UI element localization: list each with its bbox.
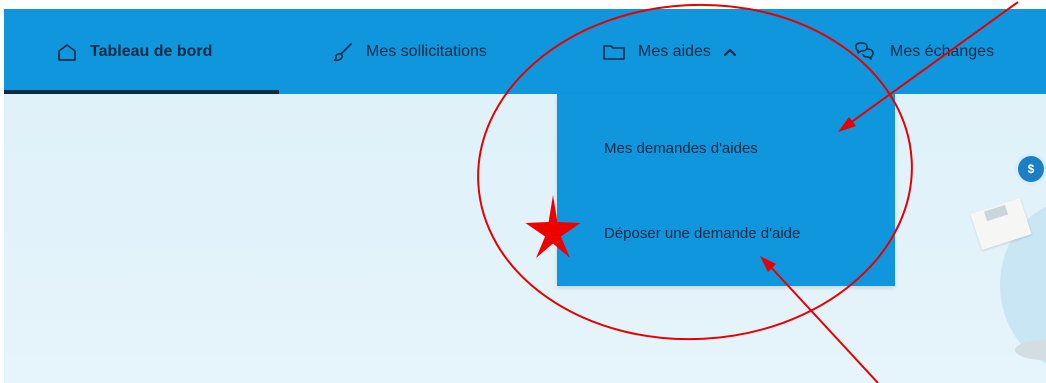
nav-item-label: Mes sollicitations (366, 42, 487, 60)
dollar-coin-icon: $ (1018, 156, 1044, 182)
active-tab-indicator (4, 90, 279, 94)
folder-icon (602, 42, 626, 62)
chat-bubbles-icon (852, 41, 878, 63)
nav-item-label: Tableau de bord (90, 42, 213, 60)
menu-item-mes-demandes-d-aides[interactable]: Mes demandes d'aides (604, 140, 758, 157)
nav-item-mes-sollicitations[interactable]: Mes sollicitations (332, 9, 487, 94)
home-icon (56, 42, 78, 62)
nav-item-mes-aides[interactable]: Mes aides (602, 9, 737, 94)
app-page: $ Tableau de bord Mes sollicitations Mes… (0, 0, 1046, 383)
nav-item-tableau-de-bord[interactable]: Tableau de bord (56, 9, 212, 94)
chevron-up-icon (723, 47, 737, 57)
brush-icon (332, 41, 354, 63)
nav-item-mes-echanges[interactable]: Mes échanges (852, 9, 994, 94)
mes-aides-dropdown-menu: Mes demandes d'aides Déposer une demande… (557, 94, 895, 286)
menu-item-deposer-une-demande-d-aide[interactable]: Déposer une demande d'aide (604, 225, 800, 242)
main-navigation: Tableau de bord Mes sollicitations Mes a… (4, 9, 1046, 94)
nav-item-label: Mes aides (638, 42, 711, 60)
nav-item-label: Mes échanges (890, 42, 995, 60)
